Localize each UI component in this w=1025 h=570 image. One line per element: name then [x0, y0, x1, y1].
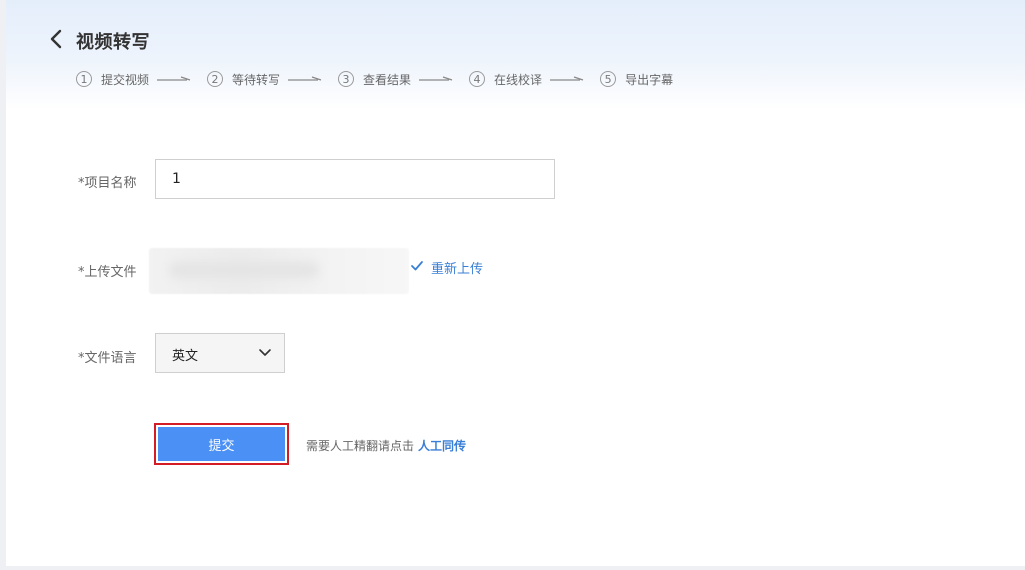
selected-language: 英文 — [172, 349, 199, 364]
arrow-right-icon — [550, 75, 584, 83]
step-1: 1 提交视频 — [76, 69, 149, 89]
project-name-label: *项目名称 — [78, 176, 137, 191]
step-3: 3 查看结果 — [338, 69, 411, 89]
manual-translation-hint: 需要人工精翻请点击 人工同传 — [306, 437, 466, 454]
arrow-right-icon — [288, 75, 322, 83]
step-progress: 1 提交视频 2 等待转写 3 查看结果 4 在线校译 5 导出字幕 — [76, 69, 673, 89]
chevron-left-icon — [50, 29, 62, 49]
chevron-down-icon — [258, 348, 272, 358]
step-4: 4 在线校译 — [469, 69, 542, 89]
manual-interpretation-link[interactable]: 人工同传 — [418, 439, 466, 453]
step-label: 查看结果 — [363, 72, 412, 87]
submit-highlight-box: 提交 — [154, 423, 289, 465]
step-number: 5 — [600, 71, 617, 87]
arrow-right-icon — [157, 75, 191, 83]
project-name-input[interactable] — [155, 159, 555, 199]
step-5: 5 导出字幕 — [600, 69, 673, 89]
header-background — [6, 0, 1025, 110]
page: 视频转写 1 提交视频 2 等待转写 3 查看结果 4 在线校译 5 导出字幕 … — [6, 0, 1025, 566]
uploaded-file-preview — [149, 248, 409, 294]
step-label: 提交视频 — [101, 72, 150, 87]
step-number: 4 — [469, 71, 486, 87]
step-label: 在线校译 — [494, 72, 543, 87]
step-label: 导出字幕 — [625, 72, 674, 87]
step-label: 等待转写 — [232, 72, 281, 87]
file-language-select[interactable]: 英文 — [155, 333, 285, 373]
arrow-right-icon — [419, 75, 453, 83]
blurred-file-name — [169, 262, 319, 278]
file-language-label: *文件语言 — [78, 351, 137, 366]
check-icon — [410, 259, 424, 273]
step-2: 2 等待转写 — [207, 69, 280, 89]
step-number: 1 — [76, 71, 92, 87]
back-button[interactable] — [46, 27, 68, 51]
step-number: 3 — [338, 71, 355, 87]
hint-text: 需要人工精翻请点击 — [306, 439, 415, 453]
upload-file-label: *上传文件 — [78, 265, 137, 280]
submit-button[interactable]: 提交 — [158, 427, 285, 461]
step-number: 2 — [207, 71, 224, 87]
reupload-link[interactable]: 重新上传 — [431, 258, 483, 277]
page-title: 视频转写 — [76, 32, 150, 53]
